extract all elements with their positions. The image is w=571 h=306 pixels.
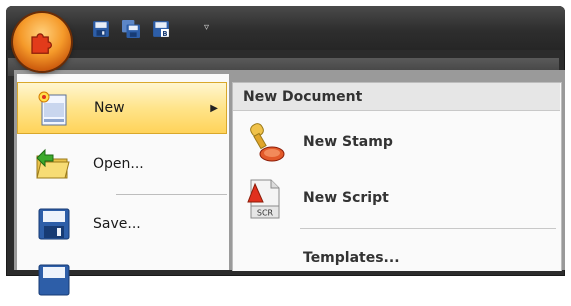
- application-orb-button[interactable]: [13, 13, 71, 71]
- submenu-item-templates-label: Templates...: [303, 250, 400, 266]
- submenu-separator: [300, 228, 556, 229]
- submenu-item-new-script[interactable]: SCR New Script: [233, 170, 560, 226]
- script-file-icon: SCR: [247, 179, 280, 219]
- save-icon: [38, 208, 70, 240]
- menu-item-partial[interactable]: [17, 254, 227, 306]
- puzzle-icon: [31, 33, 52, 54]
- save-b-icon[interactable]: B: [150, 18, 172, 40]
- submenu-item-new-stamp[interactable]: New Stamp: [233, 114, 560, 170]
- submenu-header: New Document: [233, 83, 560, 111]
- qat-customize-arrow[interactable]: ▿: [204, 22, 209, 34]
- menu-item-open[interactable]: Open...: [17, 138, 227, 190]
- submenu-item-new-script-label: New Script: [303, 190, 389, 206]
- save-icon[interactable]: [90, 18, 112, 40]
- menu-separator: [116, 194, 227, 195]
- open-folder-icon: [36, 148, 70, 179]
- menu-item-open-label: Open...: [93, 156, 144, 172]
- menu-item-new-label: New: [94, 100, 125, 116]
- menu-item-new[interactable]: New ▶: [17, 82, 227, 134]
- svg-text:SCR: SCR: [257, 209, 274, 218]
- save-all-icon[interactable]: [120, 18, 142, 40]
- submenu-arrow-icon: ▶: [210, 102, 218, 114]
- menu-item-save[interactable]: Save...: [17, 198, 227, 250]
- new-document-icon: [38, 91, 67, 126]
- stamp-icon: [250, 123, 285, 162]
- save-as-icon: [38, 264, 70, 296]
- menu-item-save-label: Save...: [93, 216, 141, 232]
- submenu-item-templates[interactable]: Templates...: [233, 236, 560, 292]
- svg-text:B: B: [162, 30, 167, 38]
- submenu-title: New Document: [243, 89, 363, 105]
- submenu-item-new-stamp-label: New Stamp: [303, 134, 393, 150]
